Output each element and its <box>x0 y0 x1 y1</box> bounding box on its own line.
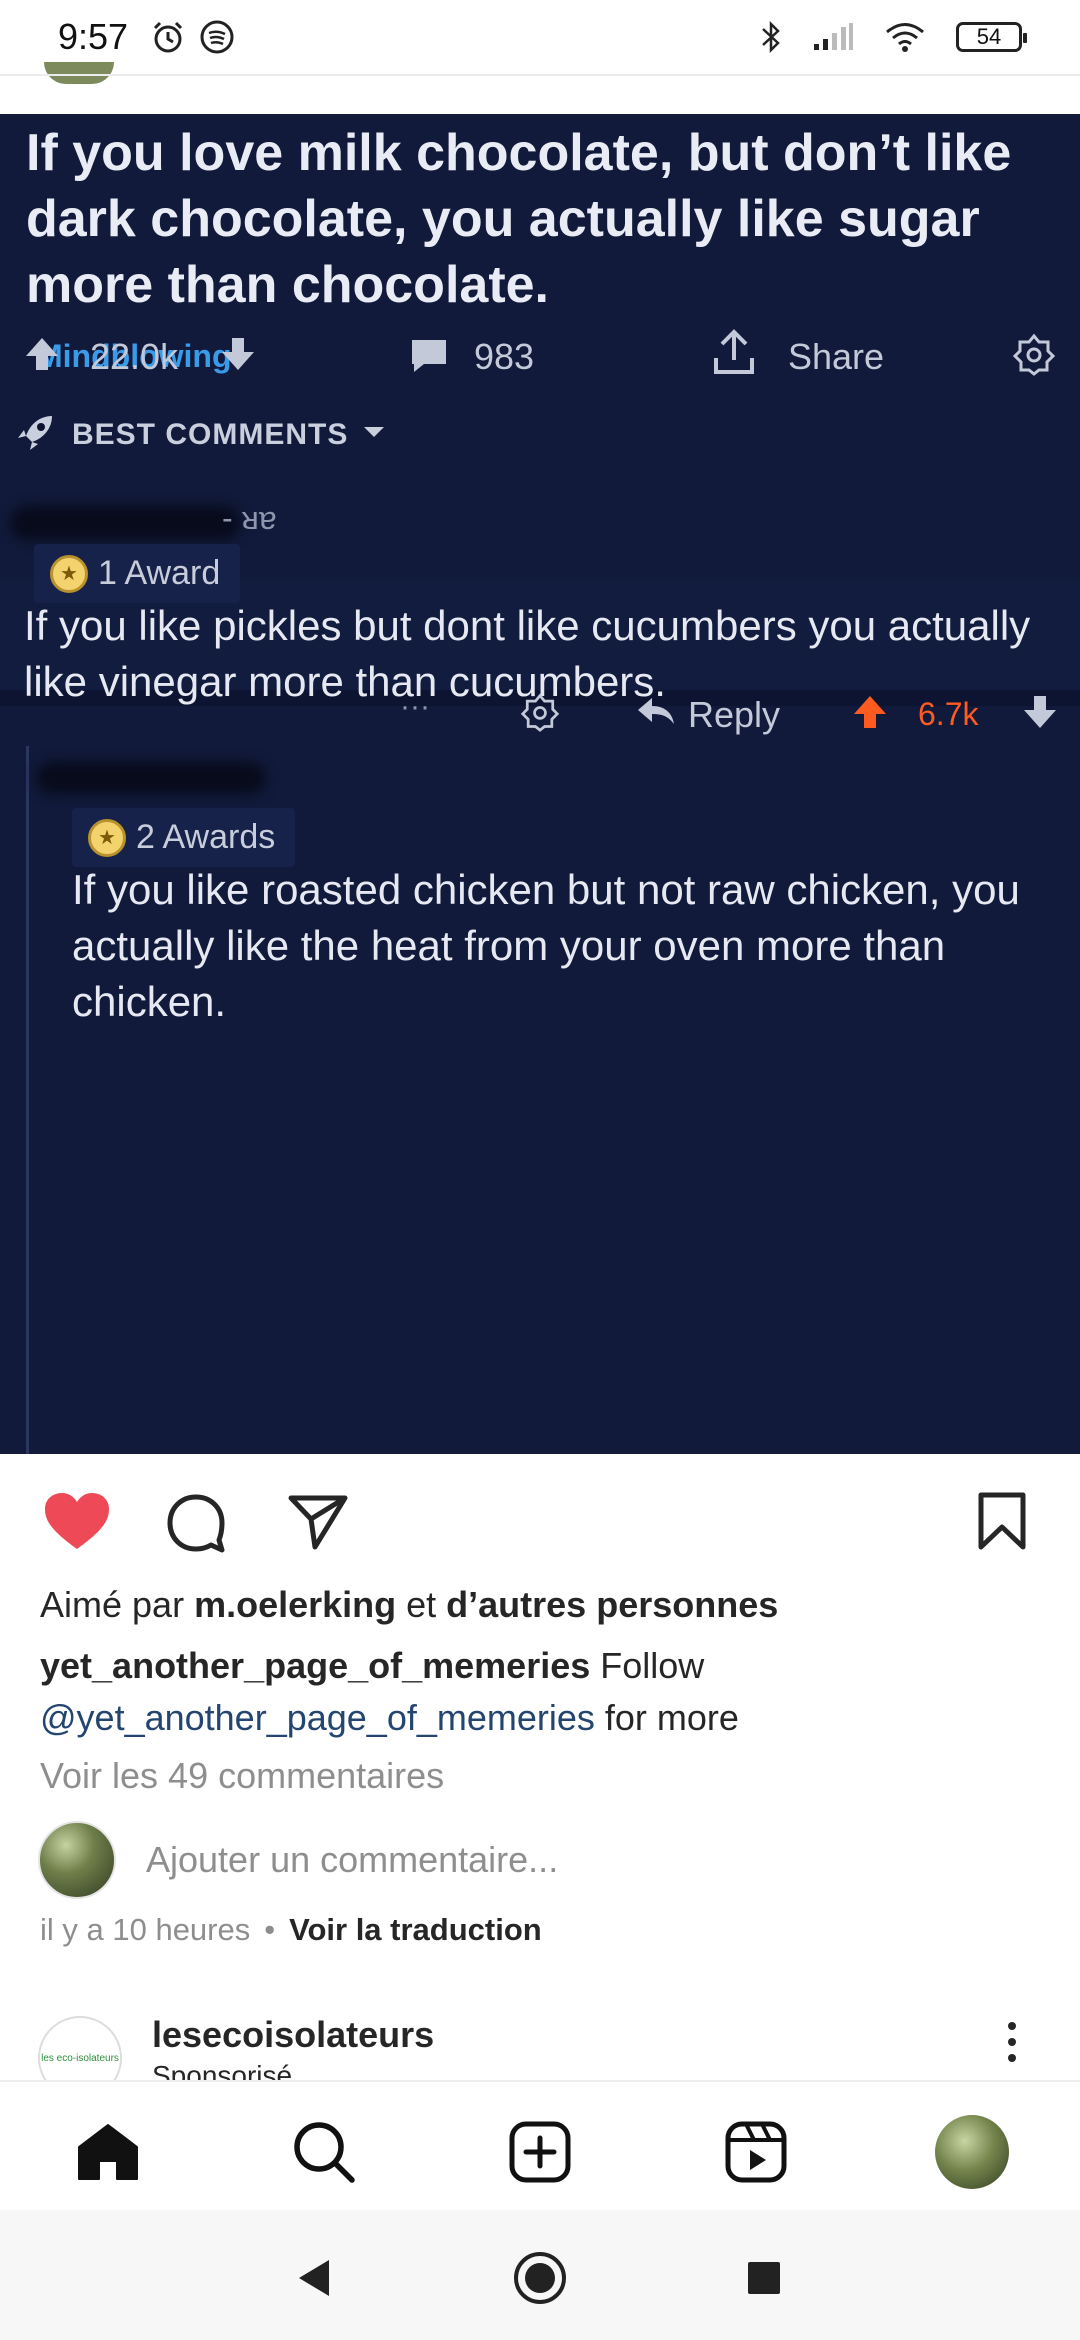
comment-bubble-icon[interactable] <box>408 334 450 376</box>
back-icon[interactable] <box>284 2248 344 2308</box>
award-label: 2 Awards <box>136 818 276 856</box>
award-label: 1 Award <box>98 554 221 592</box>
alarm-icon <box>150 19 186 55</box>
sort-dropdown[interactable]: BEST COMMENTS <box>14 410 386 459</box>
post-time-ago: il y a 10 heures <box>40 1912 251 1947</box>
comment-text: If you like roasted chicken but not raw … <box>72 866 1020 1025</box>
caption-username[interactable]: yet_another_page_of_memeries <box>40 1645 590 1686</box>
award-icon[interactable] <box>1012 332 1056 376</box>
award-icon[interactable] <box>520 692 560 732</box>
comment-input[interactable] <box>146 1839 846 1881</box>
downvote-arrow-icon[interactable] <box>218 334 258 374</box>
create-post-icon[interactable] <box>500 2112 580 2192</box>
post-author-avatar[interactable] <box>44 62 114 84</box>
comment-score: 6.7k <box>918 696 979 732</box>
upvote-count: 22.0k <box>90 336 179 377</box>
home-icon[interactable] <box>68 2112 148 2192</box>
sponsor-logo-text: les eco-isolateurs <box>41 2052 119 2064</box>
downvote-arrow-icon[interactable] <box>1020 692 1060 732</box>
profile-tab[interactable] <box>932 2112 1012 2192</box>
post-image[interactable]: If you love milk chocolate, but don’t li… <box>0 114 1080 1454</box>
system-navigation-bar <box>0 2210 1080 2340</box>
caption-text: Follow <box>590 1645 705 1686</box>
caption-mention[interactable]: @yet_another_page_of_memeries <box>40 1697 595 1738</box>
share-label[interactable]: Share <box>788 336 884 378</box>
redacted-username <box>10 506 240 540</box>
add-comment-row <box>38 1820 1038 1900</box>
comment-actions: ··· Reply 6.7k <box>0 680 1080 740</box>
more-options-icon[interactable]: ··· <box>400 690 430 724</box>
caption-end: for more <box>594 1697 739 1738</box>
avatar[interactable] <box>38 1821 116 1899</box>
post-actions: 22.0k 983 Share <box>22 324 1062 384</box>
more-options-icon[interactable] <box>1006 2022 1018 2062</box>
bluetooth-icon <box>760 19 782 55</box>
post-meta: il y a 10 heures • Voir la traduction <box>40 1912 542 1948</box>
spotify-icon <box>200 20 234 54</box>
status-bar: 9:57 54 <box>0 0 1080 74</box>
redacted-username <box>36 762 266 794</box>
like-heart-icon[interactable] <box>42 1490 112 1552</box>
reply-label[interactable]: Reply <box>688 694 780 736</box>
reddit-post-title: If you love milk chocolate, but don’t li… <box>26 124 1012 314</box>
separator-dot: • <box>264 1912 276 1947</box>
sponsored-label: Sponsorisé <box>152 2060 293 2082</box>
reels-icon[interactable] <box>716 2112 796 2192</box>
wifi-icon <box>884 21 926 53</box>
award-chip: ★ 1 Award <box>34 544 241 603</box>
reply-arrow-icon[interactable] <box>636 694 676 728</box>
medal-icon: ★ <box>50 554 88 593</box>
share-send-icon[interactable] <box>286 1492 350 1552</box>
post-action-row <box>0 1480 1080 1560</box>
liked-by-prefix: Aimé par <box>40 1584 195 1625</box>
award-chip: ★ 2 Awards <box>72 808 296 867</box>
avatar <box>935 2115 1009 2189</box>
medal-icon: ★ <box>88 818 126 857</box>
bookmark-icon[interactable] <box>976 1490 1028 1552</box>
battery-icon: 54 <box>956 22 1027 52</box>
divider <box>0 74 1080 76</box>
search-icon[interactable] <box>284 2112 364 2192</box>
liked-by-mid: et <box>396 1584 447 1625</box>
see-translation-link[interactable]: Voir la traduction <box>289 1912 542 1948</box>
comment-icon[interactable] <box>164 1492 228 1554</box>
bottom-tab-bar <box>0 2080 1080 2210</box>
sponsored-post-header: les eco-isolateurs lesecoisolateurs Spon… <box>0 2000 1080 2082</box>
recents-icon[interactable] <box>734 2248 794 2308</box>
liked-by-user[interactable]: m.oelerking <box>194 1584 396 1625</box>
sponsor-name[interactable]: lesecoisolateurs <box>152 2014 434 2056</box>
liked-by-others[interactable]: d’autres personnes <box>446 1584 778 1625</box>
signal-icon <box>812 22 854 52</box>
upvote-arrow-icon[interactable] <box>850 692 890 732</box>
thread-line <box>26 746 29 1454</box>
upvote-arrow-icon[interactable] <box>22 334 62 374</box>
home-circle-icon[interactable] <box>510 2248 570 2308</box>
view-all-comments-link[interactable]: Voir les 49 commentaires <box>40 1755 444 1797</box>
post-caption: yet_another_page_of_memeries Follow @yet… <box>40 1640 1040 1744</box>
sponsor-avatar[interactable]: les eco-isolateurs <box>38 2016 122 2082</box>
comment-author-fragment: - ᴚɐ <box>222 500 277 536</box>
status-time: 9:57 <box>58 16 129 57</box>
comment-count: 983 <box>474 336 535 377</box>
share-icon[interactable] <box>712 328 756 376</box>
liked-by-line[interactable]: Aimé par m.oelerking et d’autres personn… <box>40 1584 778 1626</box>
chevron-down-icon <box>362 425 386 444</box>
sort-label: BEST COMMENTS <box>72 417 349 451</box>
rocket-icon <box>14 410 58 459</box>
